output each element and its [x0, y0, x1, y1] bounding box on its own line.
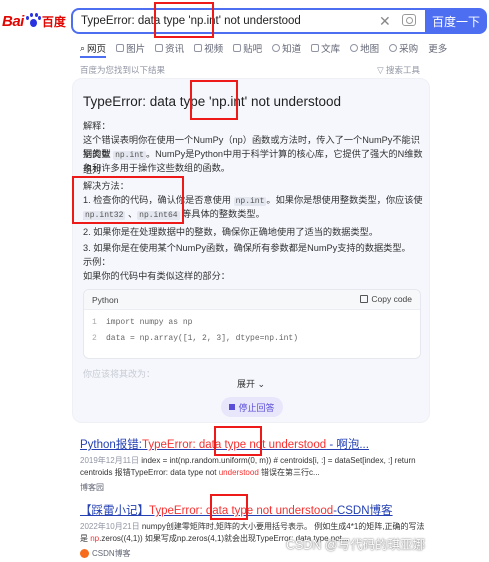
- tab-label: 视频: [204, 44, 224, 55]
- search-button[interactable]: 百度一下: [425, 8, 487, 34]
- line-number: 2: [92, 334, 97, 343]
- search-tabs: ⌕ 网页 图片 资讯 视频 贴吧 知道 文库 地图 采购 更多: [80, 40, 447, 56]
- video-icon: [194, 44, 203, 52]
- search-tools-button[interactable]: ▽ 搜索工具: [377, 64, 420, 76]
- tab-web[interactable]: ⌕ 网页: [80, 40, 106, 56]
- copy-icon: [360, 295, 369, 303]
- tab-label: 网页: [87, 44, 107, 55]
- stop-answer-button[interactable]: 停止回答: [221, 397, 283, 417]
- close-icon[interactable]: ✕: [379, 13, 391, 30]
- annotation-box-result-1: [214, 426, 262, 456]
- search-input[interactable]: [81, 10, 371, 32]
- search-tools-label: 搜索工具: [385, 65, 420, 75]
- csdn-icon: [80, 549, 89, 558]
- logo-text-cn: 百度: [41, 14, 66, 29]
- snippet-highlight: np: [90, 534, 100, 543]
- stop-icon: [229, 404, 236, 410]
- annotation-box-result-2: [210, 494, 248, 520]
- tab-news[interactable]: 资讯: [155, 40, 184, 56]
- tab-wenku[interactable]: 文库: [311, 40, 340, 56]
- inline-code: np.int: [233, 197, 267, 206]
- tab-label: 知道: [282, 44, 302, 55]
- tab-video[interactable]: 视频: [194, 40, 223, 56]
- search-icon: ⌕: [80, 42, 86, 53]
- example-heading: 示例：: [83, 257, 111, 267]
- annotation-box-search: [154, 2, 214, 38]
- tab-purchase[interactable]: 采购: [389, 40, 418, 56]
- title-segment: - 啊泡...: [326, 439, 369, 451]
- logo-text: Bai: [2, 12, 24, 30]
- title-segment: Python报错:: [80, 439, 142, 451]
- copy-code-button[interactable]: Copy code: [360, 294, 412, 304]
- expand-button[interactable]: 展开 ⌄: [73, 377, 429, 390]
- result-snippet: 2019年12月11日 index = int(np.random.unifor…: [80, 455, 430, 479]
- image-icon: [116, 44, 125, 52]
- text-segment: 等具体的整数类型。: [179, 209, 265, 219]
- result-date: 2019年12月11日: [80, 456, 139, 465]
- code-language: Python: [92, 295, 119, 305]
- header: Bai 百度 ✕ 百度一下: [0, 0, 489, 38]
- solution-step-2: 2. 如果你是在处理数据中的整数，确保你正确地使用了适当的数据类型。: [83, 227, 379, 237]
- ai-answer-card: TypeError: data type 'np.int' not unders…: [72, 78, 430, 423]
- result-title-link[interactable]: 【踩雷小记】TypeError: data type not understoo…: [80, 502, 430, 518]
- solution-step-3: 3. 如果你是在使用某个NumPy函数，确保所有参数都是NumPy支持的数据类型…: [83, 243, 411, 253]
- annotation-box-title: [190, 80, 238, 120]
- tab-label: 文库: [321, 44, 341, 55]
- watermark: CSDN @写代码的琪亚娜: [286, 538, 426, 552]
- source-label: 博客园: [80, 483, 104, 492]
- tab-label: 资讯: [165, 44, 185, 55]
- snippet-text: 错误在第三行c...: [258, 468, 320, 477]
- code-line-1: 1 import numpy as np: [92, 318, 192, 327]
- tab-map[interactable]: 地图: [350, 40, 379, 56]
- code-line-2: 2 data = np.array([1, 2, 3], dtype=np.int…: [92, 334, 298, 343]
- copy-label: Copy code: [371, 294, 412, 304]
- baidu-logo[interactable]: Bai 百度: [2, 10, 66, 32]
- title-segment: 【踩雷小记】: [80, 505, 149, 517]
- info-bar: 百度为您找到以下结果 ▽ 搜索工具: [80, 64, 420, 76]
- result-date: 2022年10月21日: [80, 522, 140, 531]
- tab-zhidao[interactable]: 知道: [272, 40, 301, 56]
- search-box: ✕: [71, 8, 425, 34]
- tab-more[interactable]: 更多: [428, 40, 447, 56]
- tab-tieba[interactable]: 贴吧: [233, 40, 262, 56]
- paw-icon: [25, 13, 41, 29]
- tab-label: 贴吧: [243, 44, 263, 55]
- map-icon: [350, 44, 359, 52]
- explain-heading: 解释：: [83, 121, 111, 131]
- active-tab-underline: [80, 56, 106, 58]
- tab-label: 采购: [399, 44, 419, 55]
- code-block-header: Python Copy code: [84, 290, 420, 310]
- tab-label: 地图: [360, 44, 380, 55]
- code-text: import numpy as np: [106, 318, 193, 327]
- tab-label: 图片: [126, 44, 146, 55]
- snippet-highlight: understood: [218, 468, 259, 477]
- cart-icon: [389, 44, 398, 52]
- result-count-text: 百度为您找到以下结果: [80, 65, 166, 75]
- explain-line-3: 象和许多用于操作这些数组的函数。: [83, 163, 230, 173]
- camera-icon[interactable]: [402, 14, 416, 26]
- result-source[interactable]: 博客园: [80, 482, 430, 493]
- doc-icon: [311, 44, 320, 52]
- example-line: 如果你的代码中有类似这样的部分：: [83, 271, 230, 281]
- source-label: CSDN博客: [92, 549, 131, 558]
- annotation-box-solution: [72, 176, 184, 224]
- stop-label: 停止回答: [238, 402, 275, 413]
- chevron-down-icon: ⌄: [257, 379, 266, 389]
- code-text: data = np.array([1, 2, 3], dtype=np.int): [106, 334, 299, 343]
- text-segment: 据类型: [83, 149, 114, 159]
- expand-label: 展开: [236, 379, 255, 389]
- tab-images[interactable]: 图片: [116, 40, 145, 56]
- zhidao-icon: [272, 44, 281, 52]
- tab-label: 更多: [428, 44, 448, 55]
- inline-code: np.int: [113, 151, 146, 160]
- title-segment: -CSDN博客: [333, 505, 393, 517]
- news-icon: [155, 44, 164, 52]
- code-block: Python Copy code 1 import numpy as np 2 da…: [83, 289, 421, 359]
- line-number: 1: [92, 318, 97, 327]
- tieba-icon: [233, 44, 242, 52]
